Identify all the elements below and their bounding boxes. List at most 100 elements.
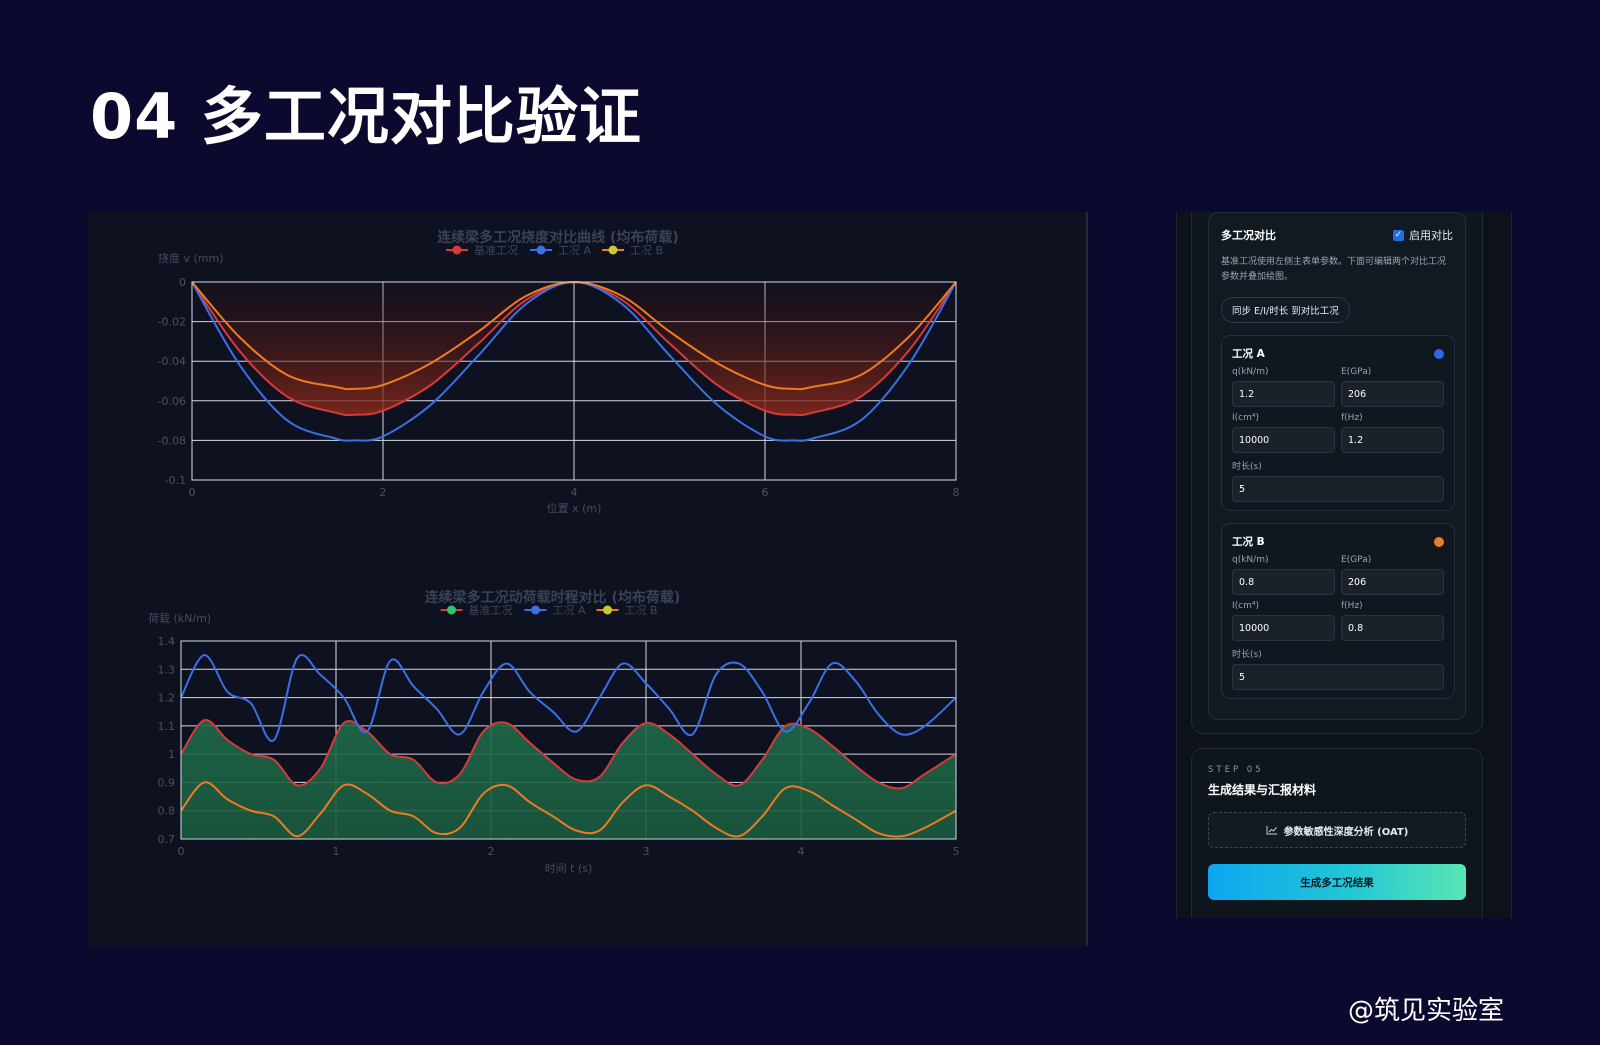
- case-a-e-input[interactable]: 206: [1341, 381, 1444, 407]
- enable-compare-checkbox[interactable]: ✓: [1393, 229, 1404, 241]
- chart1-ylabel: 挠度 v (mm): [158, 251, 224, 265]
- case-a-row-1: q(kN/m) 1.2 E(GPa) 206: [1232, 367, 1444, 407]
- enable-compare-toggle[interactable]: ✓ 启用对比: [1393, 227, 1453, 243]
- chart-panel: 连续梁多工况挠度对比曲线 (均布荷载) 基准工况 工况 A 工况 B 挠度 v (mm)…: [88, 212, 1088, 946]
- case-b-q-label: q(kN/m): [1232, 555, 1269, 565]
- chart2-ytick: 0.7: [158, 833, 176, 846]
- case-b-i-label: I(cm⁴): [1232, 601, 1259, 611]
- case-a-row-3: 时长(s) 5: [1232, 459, 1444, 502]
- step-title: 生成结果与汇报材料: [1208, 783, 1317, 797]
- case-a-i-field: I(cm⁴) 10000: [1232, 413, 1335, 453]
- case-b-title: 工况 B: [1232, 536, 1265, 548]
- chart2-ytick: 1: [168, 748, 175, 761]
- step-05-card: STEP 05 生成结果与汇报材料 参数敏感性深度分析 (OAT) 生成多工况结…: [1191, 748, 1483, 918]
- chart2-xlabel: 时间 t (s): [545, 862, 593, 875]
- case-a-q-label: q(kN/m): [1232, 367, 1269, 377]
- chart1-ytick: 0: [179, 276, 186, 289]
- chart1-legend-label: 工况 B: [630, 244, 663, 257]
- case-a-q-input[interactable]: 1.2: [1232, 381, 1335, 407]
- chart1-xtick: 0: [189, 486, 196, 499]
- chart1-xtick: 8: [953, 486, 960, 499]
- case-b-f-input[interactable]: 0.8: [1341, 615, 1444, 641]
- chart2-ylabel: 荷载 (kN/m): [148, 612, 211, 625]
- case-a-card: 工况 A q(kN/m) 1.2 E(GPa) 206 I(cm⁴) 10000…: [1221, 335, 1455, 511]
- case-a-i-input[interactable]: 10000: [1232, 427, 1335, 453]
- side-panel: 多工况对比 ✓ 启用对比 基准工况使用左侧主表单参数。下面可编辑两个对比工况参数…: [1176, 212, 1512, 918]
- case-a-t-label: 时长(s): [1232, 462, 1262, 472]
- chart2-legend-marker: [531, 605, 540, 615]
- chart2-xtick: 0: [178, 845, 185, 858]
- chart1-ytick: -0.06: [158, 395, 186, 408]
- chart1-legend-marker: [452, 245, 462, 255]
- case-b-f-field: f(Hz) 0.8: [1341, 601, 1444, 641]
- case-a-row-2: I(cm⁴) 10000 f(Hz) 1.2: [1232, 413, 1444, 453]
- chart2-legend-label: 工况 B: [625, 604, 658, 617]
- case-b-card: 工况 B q(kN/m) 0.8 E(GPa) 206 I(cm⁴) 10000…: [1221, 523, 1455, 699]
- case-b-f-label: f(Hz): [1341, 601, 1363, 611]
- case-a-t-field: 时长(s) 5: [1232, 459, 1444, 502]
- line-chart-icon: [1266, 826, 1277, 835]
- chart2-legend-marker: [603, 605, 612, 615]
- case-a-header: 工况 A: [1232, 346, 1444, 361]
- case-b-row-3: 时长(s) 5: [1232, 647, 1444, 690]
- enable-compare-label: 启用对比: [1409, 229, 1453, 242]
- case-b-row-2: I(cm⁴) 10000 f(Hz) 0.8: [1232, 601, 1444, 641]
- sync-params-button[interactable]: 同步 E/I/时长 到对比工况: [1221, 297, 1350, 323]
- case-a-f-field: f(Hz) 1.2: [1341, 413, 1444, 453]
- chart2-ytick: 1.1: [158, 720, 176, 733]
- case-a-i-label: I(cm⁴): [1232, 413, 1259, 423]
- case-a-q-field: q(kN/m) 1.2: [1232, 367, 1335, 407]
- case-b-q-input[interactable]: 0.8: [1232, 569, 1335, 595]
- chart1-xtick: 2: [380, 486, 387, 499]
- chart2-xtick: 2: [488, 845, 495, 858]
- chart1-legend-marker: [536, 245, 546, 255]
- chart2-ytick: 0.9: [158, 776, 176, 789]
- case-a-f-label: f(Hz): [1341, 413, 1363, 423]
- case-a-t-input[interactable]: 5: [1232, 476, 1444, 502]
- chart2-ytick: 1.3: [158, 663, 176, 676]
- case-b-t-input[interactable]: 5: [1232, 664, 1444, 690]
- case-a-color-dot: [1434, 348, 1444, 359]
- generate-results-button[interactable]: 生成多工况结果: [1208, 864, 1466, 900]
- case-a-f-input[interactable]: 1.2: [1341, 427, 1444, 453]
- case-b-e-input[interactable]: 206: [1341, 569, 1444, 595]
- chart2-xtick: 3: [643, 845, 650, 858]
- chart1-xtick: 6: [762, 486, 769, 499]
- case-b-header: 工况 B: [1232, 534, 1444, 549]
- case-b-i-input[interactable]: 10000: [1232, 615, 1335, 641]
- chart2-legend-label: 工况 A: [553, 604, 586, 617]
- chart2-ytick: 1.2: [158, 692, 176, 705]
- chart1-xlabel: 位置 x (m): [547, 501, 602, 515]
- case-b-t-field: 时长(s) 5: [1232, 647, 1444, 690]
- chart1-ytick: -0.04: [158, 355, 186, 368]
- case-b-q-field: q(kN/m) 0.8: [1232, 555, 1335, 595]
- chart1-ytick: -0.02: [158, 316, 186, 329]
- chart2-xtick: 4: [798, 845, 805, 858]
- case-a-e-label: E(GPa): [1341, 367, 1372, 377]
- compare-section: 多工况对比 ✓ 启用对比 基准工况使用左侧主表单参数。下面可编辑两个对比工况参数…: [1191, 212, 1483, 734]
- chart2-ytick: 1.4: [158, 635, 176, 648]
- chart2-ytick: 0.8: [158, 805, 176, 818]
- case-a-title: 工况 A: [1232, 348, 1265, 360]
- case-b-color-dot: [1434, 536, 1444, 547]
- charts-canvas: 连续梁多工况挠度对比曲线 (均布荷载)基准工况 工况 A 工况 B挠度 v (mm)…: [148, 229, 960, 875]
- oat-analysis-button[interactable]: 参数敏感性深度分析 (OAT): [1208, 812, 1466, 848]
- chart2-xtick: 5: [953, 845, 960, 858]
- oat-analysis-label: 参数敏感性深度分析 (OAT): [1283, 826, 1409, 838]
- watermark: @筑见实验室: [1347, 996, 1504, 1026]
- case-b-e-field: E(GPa) 206: [1341, 555, 1444, 595]
- chart1-xtick: 4: [571, 486, 578, 499]
- case-b-row-1: q(kN/m) 0.8 E(GPa) 206: [1232, 555, 1444, 595]
- case-b-i-field: I(cm⁴) 10000: [1232, 601, 1335, 641]
- case-b-e-label: E(GPa): [1341, 555, 1372, 565]
- chart1-legend-marker: [608, 245, 618, 255]
- chart1-legend-label: 工况 A: [558, 244, 591, 257]
- compare-card: 多工况对比 ✓ 启用对比 基准工况使用左侧主表单参数。下面可编辑两个对比工况参数…: [1208, 212, 1466, 720]
- chart1-ytick: -0.08: [158, 434, 186, 447]
- compare-header: 多工况对比 ✓ 启用对比: [1221, 227, 1453, 243]
- chart2-legend-marker: [447, 605, 456, 615]
- compare-description: 基准工况使用左侧主表单参数。下面可编辑两个对比工况参数并叠加绘图。: [1221, 257, 1447, 282]
- case-a-e-field: E(GPa) 206: [1341, 367, 1444, 407]
- chart2-xtick: 1: [333, 845, 340, 858]
- slide-title: 04 多工况对比验证: [90, 80, 642, 153]
